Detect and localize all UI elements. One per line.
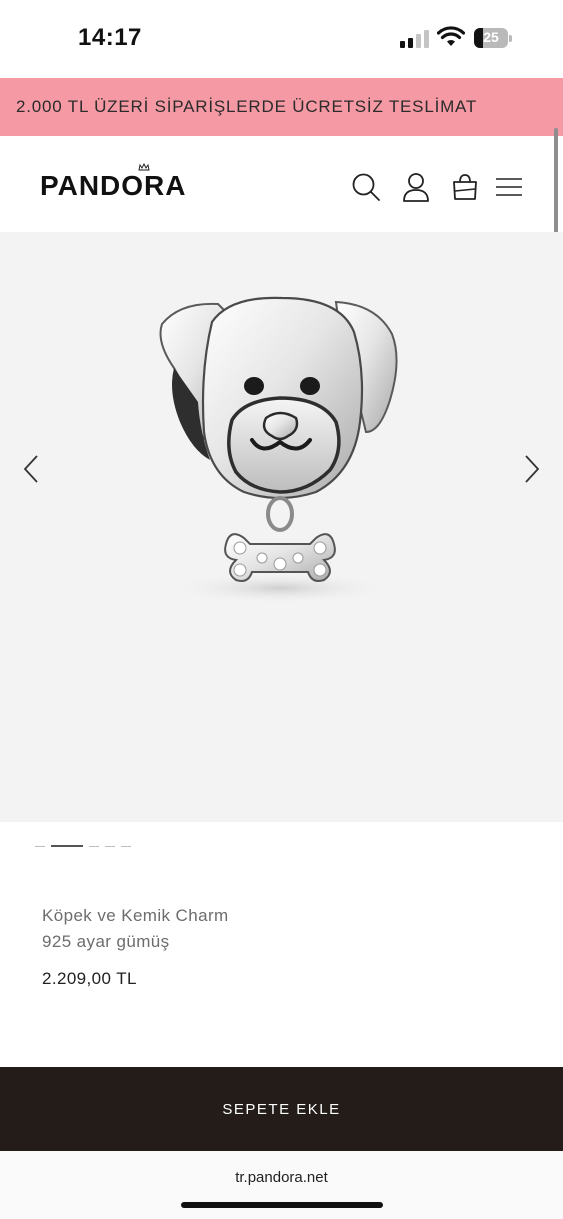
product-material: 925 ayar gümüş bbox=[42, 932, 170, 951]
add-to-cart-label: SEPETE EKLE bbox=[222, 1101, 341, 1118]
product-name: Köpek ve Kemik Charm bbox=[42, 906, 229, 925]
product-price: 2.209,00 TL bbox=[42, 969, 137, 988]
wifi-icon bbox=[437, 26, 465, 46]
gallery-pagination bbox=[0, 844, 563, 850]
promo-banner[interactable]: 2.000 TL ÜZERİ SİPARİŞLERDE ÜCRETSİZ TES… bbox=[0, 78, 563, 136]
pagination-dot[interactable] bbox=[51, 845, 83, 847]
pagination-dot[interactable] bbox=[35, 846, 45, 847]
logo-crown-icon bbox=[138, 163, 150, 171]
url-text: tr.pandora.net bbox=[235, 1169, 328, 1186]
pagination-dot[interactable] bbox=[89, 846, 99, 847]
status-bar: 14:17 25 bbox=[0, 0, 563, 78]
bag-icon[interactable] bbox=[450, 172, 480, 202]
search-icon[interactable] bbox=[351, 172, 381, 202]
browser-url-bar[interactable]: tr.pandora.net bbox=[0, 1151, 563, 1219]
site-header: PANDORA bbox=[0, 136, 563, 232]
account-icon[interactable] bbox=[401, 172, 431, 202]
status-time: 14:17 bbox=[78, 24, 142, 51]
home-indicator[interactable] bbox=[181, 1202, 383, 1208]
pagination-dot[interactable] bbox=[121, 846, 131, 847]
battery-icon: 25 bbox=[474, 28, 512, 48]
battery-level: 25 bbox=[483, 29, 499, 45]
previous-image-arrow-icon[interactable] bbox=[21, 454, 41, 484]
product-image bbox=[159, 296, 398, 604]
next-image-arrow-icon[interactable] bbox=[522, 454, 542, 484]
pandora-logo[interactable]: PANDORA bbox=[40, 170, 186, 202]
product-gallery[interactable] bbox=[0, 232, 563, 822]
cellular-signal-icon bbox=[400, 30, 430, 48]
promo-text: 2.000 TL ÜZERİ SİPARİŞLERDE ÜCRETSİZ TES… bbox=[16, 97, 478, 116]
pagination-dot[interactable] bbox=[105, 846, 115, 847]
add-to-cart-button[interactable]: SEPETE EKLE bbox=[0, 1067, 563, 1151]
menu-icon[interactable] bbox=[495, 172, 523, 202]
